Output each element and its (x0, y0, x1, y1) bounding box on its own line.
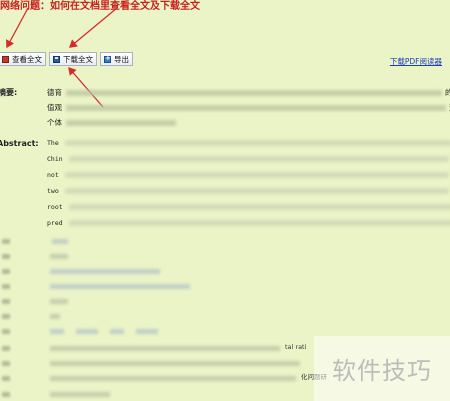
meta-row (2, 266, 160, 276)
export-label: 导出 (114, 54, 129, 64)
abstract-en-line-3: note (47, 171, 450, 179)
watermark-text: 软件技巧 (332, 357, 432, 385)
view-fulltext-label: 查看全文 (12, 54, 42, 64)
abstract-cn-label: 摘要: (0, 88, 18, 97)
abstract-cn-line-3: 个体 (47, 117, 176, 128)
abstract-cn-line-2: 值观逐 (47, 102, 450, 113)
meta-row (2, 296, 68, 306)
arrow-to-view-button (6, 7, 29, 49)
abstract-cn-line-1: 德育的 (47, 88, 450, 97)
meta-row (2, 251, 68, 261)
abstract-en-line-1: The (47, 139, 450, 147)
meta-row (2, 311, 60, 321)
meta-row (2, 373, 296, 383)
meta-row (2, 281, 190, 291)
abstract-en-line-5: root (47, 203, 450, 211)
abstract-en-line-2: Chinh (47, 155, 450, 163)
export-icon (104, 54, 111, 63)
download-fulltext-label: 下载全文 (63, 54, 93, 64)
view-fulltext-button[interactable]: 查看全文 (0, 52, 46, 66)
toolbar: 查看全文 下载全文 导出 (0, 52, 133, 66)
meta-row (2, 343, 280, 353)
abstract-en-line-6: pred (47, 219, 450, 227)
meta-row (2, 389, 110, 399)
top-banner: 网络问题：如何在文档里查看全文及下载全文 (0, 1, 200, 12)
meta-partial-text-1: tal rati (285, 343, 307, 351)
abstract-en-label: Abstract: (0, 139, 39, 148)
meta-row (2, 236, 68, 246)
export-button[interactable]: 导出 (100, 52, 133, 66)
document-icon (2, 55, 9, 63)
arrow-to-download-button (68, 7, 118, 48)
save-icon (53, 55, 60, 63)
download-fulltext-button[interactable]: 下载全文 (49, 52, 97, 66)
meta-row (2, 358, 300, 368)
meta-row (2, 326, 158, 336)
watermark: 软件技巧 (314, 336, 450, 401)
abstract-en-line-4: twos (47, 187, 450, 195)
download-pdf-reader-link[interactable]: 下载PDF阅读器 (390, 56, 442, 67)
